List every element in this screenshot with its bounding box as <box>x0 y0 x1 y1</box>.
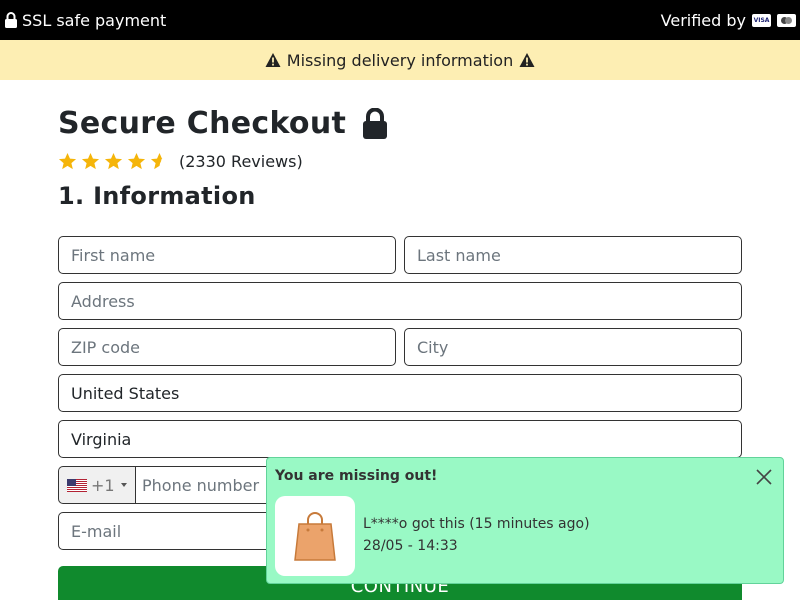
mastercard-icon <box>777 13 796 27</box>
page-title-text: Secure Checkout <box>58 106 347 141</box>
last-name-input[interactable] <box>417 245 729 265</box>
social-proof-toast: You are missing out! L****o got this (15… <box>266 457 784 584</box>
country-select[interactable]: United States <box>58 374 742 412</box>
star-icon <box>104 152 123 170</box>
toast-title: You are missing out! <box>275 468 438 484</box>
address-input[interactable] <box>71 291 729 311</box>
review-count: (2330 Reviews) <box>179 152 303 171</box>
phone-prefix-text: +1 <box>91 475 115 495</box>
half-star-icon <box>150 152 163 170</box>
chevron-down-icon <box>120 483 127 487</box>
state-value: Virginia <box>71 429 132 449</box>
first-name-field[interactable] <box>58 236 396 274</box>
warning-icon <box>265 53 281 67</box>
us-flag-icon <box>67 478 87 492</box>
star-icon <box>127 152 146 170</box>
address-field[interactable] <box>58 282 742 320</box>
zip-input[interactable] <box>71 337 383 357</box>
first-name-input[interactable] <box>71 245 383 265</box>
country-value: United States <box>71 383 180 403</box>
city-input[interactable] <box>417 337 729 357</box>
lock-icon <box>5 12 17 28</box>
visa-icon: VISA <box>752 13 771 27</box>
rating: (2330 Reviews) <box>58 152 303 171</box>
city-field[interactable] <box>404 328 742 366</box>
ssl-text: SSL safe payment <box>22 10 167 30</box>
missing-info-alert: Missing delivery information <box>0 40 800 80</box>
shopping-bag-icon <box>294 512 336 561</box>
warning-icon <box>519 53 535 67</box>
alert-text: Missing delivery information <box>286 50 514 70</box>
ssl-notice: SSL safe payment <box>4 11 166 30</box>
state-select[interactable]: Virginia <box>58 420 742 458</box>
close-icon[interactable] <box>755 468 773 486</box>
verified-text: Verified by <box>660 10 746 30</box>
star-icon <box>81 152 100 170</box>
star-rating <box>58 152 169 171</box>
zip-field[interactable] <box>58 328 396 366</box>
lock-icon <box>363 107 388 139</box>
top-bar: SSL safe payment Verified by VISA <box>0 0 800 40</box>
toast-purchase-text: L****o got this (15 minutes ago) <box>363 516 590 532</box>
verified-by: Verified by VISA <box>661 11 796 30</box>
phone-country-selector[interactable]: +1 <box>58 466 136 504</box>
last-name-field[interactable] <box>404 236 742 274</box>
toast-timestamp: 28/05 - 14:33 <box>363 538 458 554</box>
page-title: Secure Checkout <box>58 106 388 141</box>
section-title: 1. Information <box>58 182 256 210</box>
star-icon <box>58 152 77 170</box>
product-image <box>275 496 355 576</box>
